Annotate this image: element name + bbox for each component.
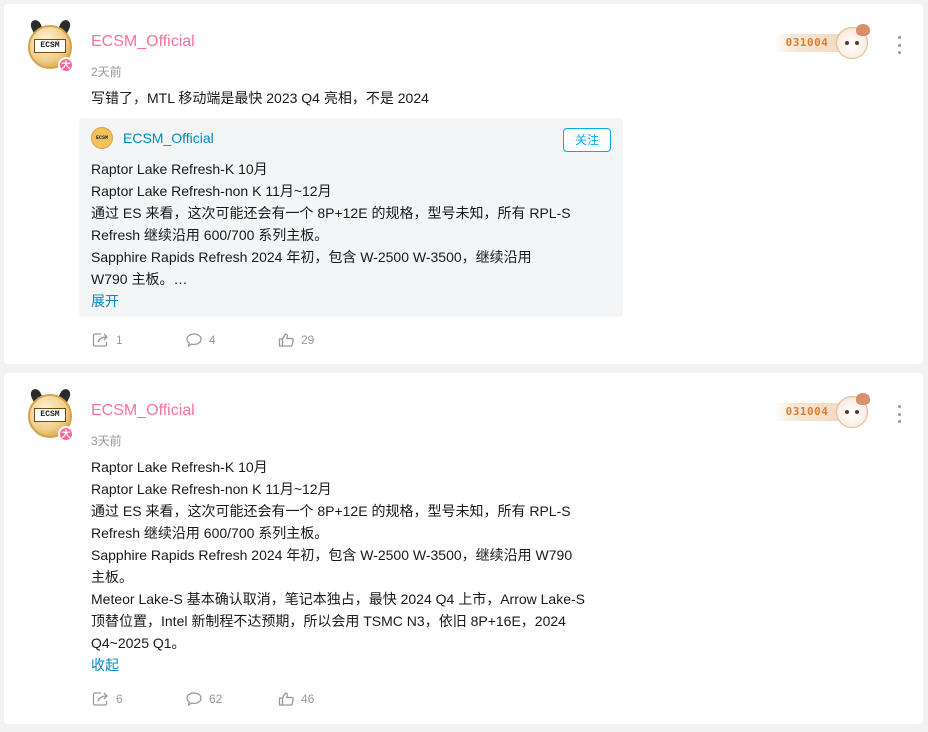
comment-icon	[186, 333, 202, 348]
post-text: 写错了，MTL 移动端是最快 2023 Q4 亮相，不是 2024	[91, 90, 429, 106]
forward-count: 6	[116, 692, 123, 706]
forward-button[interactable]: 1	[92, 332, 123, 348]
post-line: Raptor Lake Refresh-non K 11月~12月	[91, 481, 332, 497]
collapse-link[interactable]: 收起	[91, 654, 119, 676]
share-icon	[92, 692, 108, 706]
author-avatar[interactable]: ECSM 大	[25, 18, 77, 74]
follow-button[interactable]: 关注	[563, 128, 611, 152]
quoted-author-avatar[interactable]: ECSM	[91, 127, 113, 149]
avatar-logo-text: ECSM	[34, 408, 66, 422]
forward-button[interactable]: 6	[92, 691, 123, 707]
avatar-badge: 大	[58, 426, 74, 442]
quoted-author-name[interactable]: ECSM_Official	[123, 130, 214, 146]
comment-count: 62	[209, 692, 223, 706]
decoration-number: 031004	[785, 405, 829, 418]
comment-icon	[186, 692, 202, 707]
decoration-character-icon	[836, 24, 870, 59]
decoration-card[interactable]: 031004	[774, 393, 874, 430]
share-icon	[92, 333, 108, 347]
post-time[interactable]: 3天前	[91, 432, 122, 449]
author-name[interactable]: ECSM_Official	[91, 402, 195, 420]
avatar-logo-text: ECSM	[34, 39, 66, 53]
author-avatar[interactable]: ECSM 大	[25, 387, 77, 443]
like-button[interactable]: 29	[277, 332, 314, 348]
decoration-character-icon	[836, 393, 870, 428]
post-line: 顶替位置，Intel 新制程不达预期，所以会用 TSMC N3，依旧 8P+16…	[91, 613, 566, 629]
post-line: Sapphire Rapids Refresh 2024 年初，包含 W-250…	[91, 547, 573, 563]
more-options-icon[interactable]	[895, 36, 903, 54]
post-line: Raptor Lake Refresh-K 10月	[91, 459, 268, 475]
quoted-line: Sapphire Rapids Refresh 2024 年初，包含 W-250…	[91, 249, 532, 265]
thumbs-up-icon	[278, 692, 294, 706]
more-options-icon[interactable]	[895, 405, 903, 423]
forwarded-post[interactable]: ECSM ECSM_Official 关注 Raptor Lake Refres…	[79, 118, 623, 317]
quoted-line: Refresh 继续沿用 600/700 系列主板。	[91, 227, 329, 243]
decoration-number: 031004	[785, 36, 829, 49]
comment-button[interactable]: 62	[185, 691, 222, 707]
post-line: Q4~2025 Q1。	[91, 635, 186, 651]
quoted-line: Raptor Lake Refresh-non K 11月~12月	[91, 183, 332, 199]
avatar-badge: 大	[58, 57, 74, 73]
post-line: 通过 ES 来看，这次可能还会有一个 8P+12E 的规格，型号未知，所有 RP…	[91, 503, 571, 519]
post-card: ECSM 大 ECSM_Official 2天前 031004 写错了，MTL …	[4, 4, 923, 364]
comment-count: 4	[209, 333, 216, 347]
expand-link[interactable]: 展开	[91, 290, 119, 312]
post-line: 主板。	[91, 569, 133, 585]
quoted-line: Raptor Lake Refresh-K 10月	[91, 161, 268, 177]
post-card: ECSM 大 ECSM_Official 3天前 031004 Raptor L…	[4, 373, 923, 724]
post-time[interactable]: 2天前	[91, 63, 122, 80]
forward-count: 1	[116, 333, 123, 347]
like-count: 29	[301, 333, 315, 347]
post-line: Refresh 继续沿用 600/700 系列主板。	[91, 525, 329, 541]
post-line: Meteor Lake-S 基本确认取消，笔记本独占，最快 2024 Q4 上市…	[91, 591, 586, 607]
comment-button[interactable]: 4	[185, 332, 216, 348]
quoted-line: W790 主板。…	[91, 271, 188, 287]
author-name[interactable]: ECSM_Official	[91, 33, 195, 51]
thumbs-up-icon	[278, 333, 294, 347]
quoted-line: 通过 ES 来看，这次可能还会有一个 8P+12E 的规格，型号未知，所有 RP…	[91, 205, 571, 221]
like-button[interactable]: 46	[277, 691, 314, 707]
like-count: 46	[301, 692, 315, 706]
decoration-card[interactable]: 031004	[774, 24, 874, 61]
